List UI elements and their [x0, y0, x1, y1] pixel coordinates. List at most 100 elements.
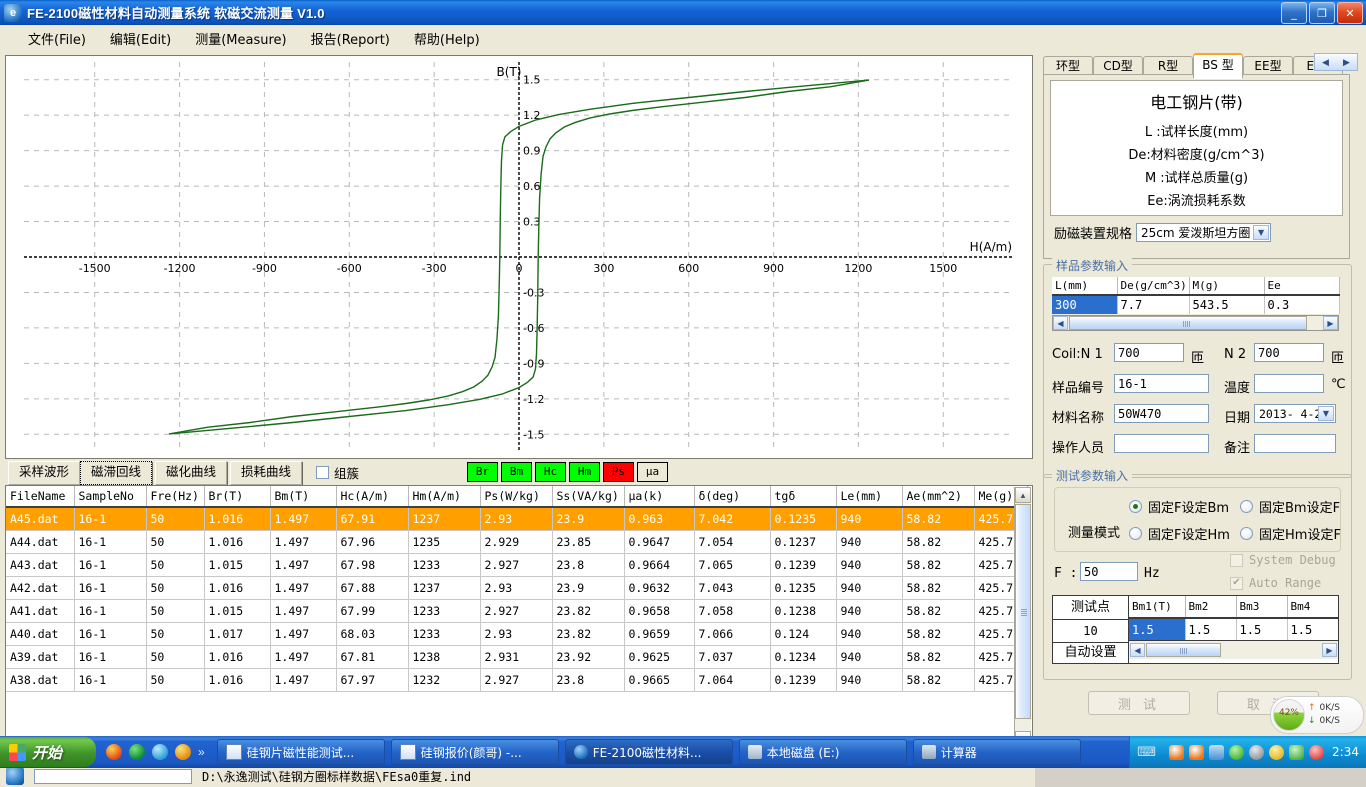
taskbar-item-2[interactable]: FE-2100磁性材料... [564, 739, 733, 765]
table-cell[interactable]: 0.963 [624, 507, 695, 531]
table-row[interactable]: A42.dat 16-1 50 1.016 1.497 67.88 1237 2.93 23.9… [6, 576, 1028, 600]
table-cell[interactable]: 940 [836, 553, 903, 577]
table-cell[interactable]: A38.dat [6, 668, 75, 692]
table-cell[interactable]: 2.927 [480, 668, 553, 692]
scroll-left-icon[interactable]: ◀ [1130, 643, 1145, 657]
table-cell[interactable]: 0.9632 [624, 576, 695, 600]
table-cell[interactable]: 2.93 [480, 576, 553, 600]
start-button[interactable]: 开始 [0, 737, 96, 767]
column-header[interactable]: De(g/cm^3) [1117, 277, 1190, 296]
table-cell[interactable]: 1233 [408, 599, 481, 623]
table-cell[interactable]: A44.dat [6, 530, 75, 554]
table-cell[interactable]: 1.497 [270, 530, 337, 554]
close-button[interactable]: ✕ [1337, 2, 1363, 24]
table-cell[interactable]: 58.82 [902, 599, 975, 623]
table-row[interactable]: A41.dat 16-1 50 1.015 1.497 67.99 1233 2.927 23.… [6, 599, 1028, 623]
table-cell[interactable]: 16-1 [74, 530, 147, 554]
bm-table[interactable]: Bm1(T) Bm2 Bm3 Bm4 1.5 1.5 1.5 1.5 [1129, 596, 1338, 640]
table-cell[interactable]: 2.931 [480, 645, 553, 669]
table-cell[interactable]: 16-1 [74, 645, 147, 669]
column-header[interactable]: Br(T) [204, 486, 271, 508]
radio-fixf-sethm[interactable]: 固定F设定Hm [1129, 524, 1230, 543]
table-cell[interactable]: 67.81 [336, 645, 409, 669]
table-cell[interactable]: A45.dat [6, 507, 75, 531]
shield-yellow-icon[interactable] [1269, 744, 1285, 760]
table-cell[interactable]: 1237 [408, 576, 481, 600]
radio-fixf-setbm[interactable]: 固定F设定Bm [1129, 497, 1229, 516]
security-shield-icon[interactable] [1289, 744, 1305, 760]
curve-tab-magnetization[interactable]: 磁化曲线 [155, 461, 227, 485]
column-header[interactable]: Ae(mm^2) [902, 486, 975, 508]
table-cell[interactable]: 67.91 [336, 507, 409, 531]
remark-input[interactable] [1254, 434, 1336, 453]
taskbar-item-4[interactable]: 计算器 [912, 739, 1081, 765]
table-cell[interactable]: 23.82 [552, 622, 625, 646]
auto-set-button[interactable]: 自动设置 [1053, 643, 1128, 663]
column-header[interactable]: tgδ [770, 486, 837, 508]
table-cell[interactable]: 2.929 [480, 530, 553, 554]
table-cell[interactable]: 940 [836, 599, 903, 623]
sample-param-table[interactable]: L(mm) De(g/cm^3) M(g) Ee 300 7.7 543.5 0… [1052, 277, 1340, 314]
table-cell[interactable]: 7.054 [694, 530, 771, 554]
scroll-left-icon[interactable]: ◀ [1053, 316, 1068, 330]
table-cell[interactable]: 0.124 [770, 622, 837, 646]
menu-item-measure[interactable]: 测量(Measure) [183, 26, 298, 51]
table-cell[interactable]: 58.82 [902, 507, 975, 531]
table-cell[interactable]: 0.1239 [770, 553, 837, 577]
table-cell[interactable]: 50 [146, 507, 205, 531]
table-row[interactable]: A38.dat 16-1 50 1.016 1.497 67.97 1232 2.927 23.… [6, 668, 1028, 692]
table-cell[interactable]: 2.927 [480, 599, 553, 623]
sample-param-hscrollbar[interactable]: ◀ ▶ [1052, 315, 1339, 331]
table-cell[interactable]: A40.dat [6, 622, 75, 646]
table-cell[interactable]: 67.88 [336, 576, 409, 600]
table-cell[interactable]: 68.03 [336, 622, 409, 646]
bm-hscrollbar[interactable]: ◀ ▶ [1129, 640, 1338, 659]
network-icon[interactable] [1209, 744, 1225, 760]
table-row[interactable]: A39.dat 16-1 50 1.016 1.497 67.81 1238 2.931 23.… [6, 645, 1028, 669]
column-header[interactable]: Hm(A/m) [408, 486, 481, 508]
column-header[interactable]: Bm4 [1287, 596, 1338, 619]
table-cell[interactable]: 16-1 [74, 507, 147, 531]
table-row[interactable]: A44.dat 16-1 50 1.016 1.497 67.96 1235 2.929 23.… [6, 530, 1028, 554]
cell-length[interactable]: 300 [1052, 295, 1118, 314]
menu-item-report[interactable]: 报告(Report) [299, 26, 402, 51]
legend-button-mua[interactable]: μa [637, 462, 668, 482]
table-cell[interactable]: 50 [146, 530, 205, 554]
taskbar-item-3[interactable]: 本地磁盘 (E:) [738, 739, 907, 765]
table-cell[interactable]: 16-1 [74, 599, 147, 623]
scroll-up-icon[interactable]: ▲ [1015, 487, 1031, 503]
table-cell[interactable]: 16-1 [74, 668, 147, 692]
tab-ee[interactable]: EE型 [1243, 56, 1293, 76]
grid-vertical-scrollbar[interactable]: ▲ ▼ [1014, 487, 1031, 746]
table-cell[interactable]: 58.82 [902, 530, 975, 554]
table-cell[interactable]: 50 [146, 576, 205, 600]
table-cell[interactable]: 0.1235 [770, 576, 837, 600]
qq-icon-2[interactable] [1189, 744, 1205, 760]
keyboard-icon[interactable]: ⌨ [1137, 744, 1156, 760]
coil-n1-input[interactable]: 700 [1114, 343, 1184, 362]
scroll-right-icon[interactable]: ▶ [1323, 316, 1338, 330]
table-cell[interactable]: 7.037 [694, 645, 771, 669]
legend-button-ps[interactable]: Ps [603, 462, 634, 482]
table-cell[interactable]: 67.97 [336, 668, 409, 692]
sample-no-input[interactable]: 16-1 [1114, 374, 1209, 393]
tab-bs[interactable]: BS 型 [1193, 53, 1243, 79]
table-cell[interactable]: 0.9625 [624, 645, 695, 669]
column-header[interactable]: μa(k) [624, 486, 695, 508]
table-cell[interactable]: 0.1235 [770, 507, 837, 531]
table-cell[interactable]: 67.99 [336, 599, 409, 623]
table-cell[interactable]: 940 [836, 622, 903, 646]
table-cell[interactable]: 58.82 [902, 576, 975, 600]
table-cell[interactable]: 1.015 [204, 599, 271, 623]
quicklaunch-overflow-icon[interactable]: » [198, 745, 205, 759]
table-cell[interactable]: 58.82 [902, 645, 975, 669]
table-row[interactable]: A43.dat 16-1 50 1.015 1.497 67.98 1233 2.927 23.… [6, 553, 1028, 577]
table-cell[interactable]: 16-1 [74, 576, 147, 600]
table-cell[interactable]: A43.dat [6, 553, 75, 577]
column-header[interactable]: Hc(A/m) [336, 486, 409, 508]
table-cell[interactable]: 23.8 [552, 553, 625, 577]
table-cell[interactable]: 16-1 [74, 622, 147, 646]
material-input[interactable]: 50W470 [1114, 404, 1209, 423]
table-cell[interactable]: 50 [146, 599, 205, 623]
menu-item-edit[interactable]: 编辑(Edit) [98, 26, 183, 51]
